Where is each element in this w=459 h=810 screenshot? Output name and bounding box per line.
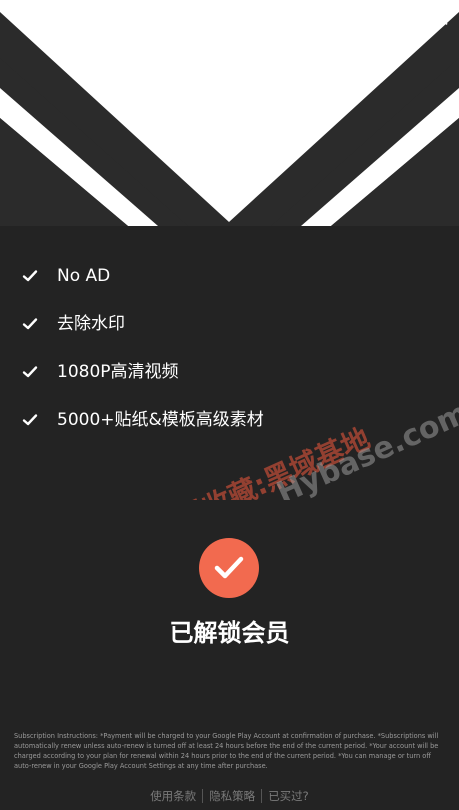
check-icon [22,414,38,426]
terms-link[interactable]: 使用条款 [144,788,202,804]
close-icon [15,10,31,26]
feature-item-hd-video: 1080P高清视频 [0,348,459,396]
restore-purchase-top-button[interactable]: 买 [429,4,449,28]
feature-label: 1080P高清视频 [57,362,179,382]
check-icon [22,318,38,330]
feature-list: No AD 去除水印 1080P高清视频 5000+贴纸&模板高级素材 [0,252,459,444]
checkmark-circle-icon [214,556,244,579]
feature-item-remove-watermark: 去除水印 [0,300,459,348]
subscription-disclaimer: Subscription Instructions: *Payment will… [14,732,439,770]
check-icon [22,366,38,378]
restore-purchase-link[interactable]: 已买过? [262,788,315,804]
success-badge [199,538,259,598]
close-button[interactable] [8,4,38,32]
unlocked-status-title: 已解锁会员 [169,619,290,647]
feature-item-no-ad: No AD [0,252,459,300]
footer-links: 使用条款 隐私策略 已买过? [0,788,459,804]
check-icon [22,270,38,282]
hero-chevron-graphic [0,0,459,226]
feature-label: 5000+贴纸&模板高级素材 [57,410,264,430]
hero-banner [0,0,459,226]
privacy-link[interactable]: 隐私策略 [203,788,261,804]
feature-label: 去除水印 [57,314,125,334]
feature-item-premium-assets: 5000+贴纸&模板高级素材 [0,396,459,444]
feature-label: No AD [57,266,111,286]
